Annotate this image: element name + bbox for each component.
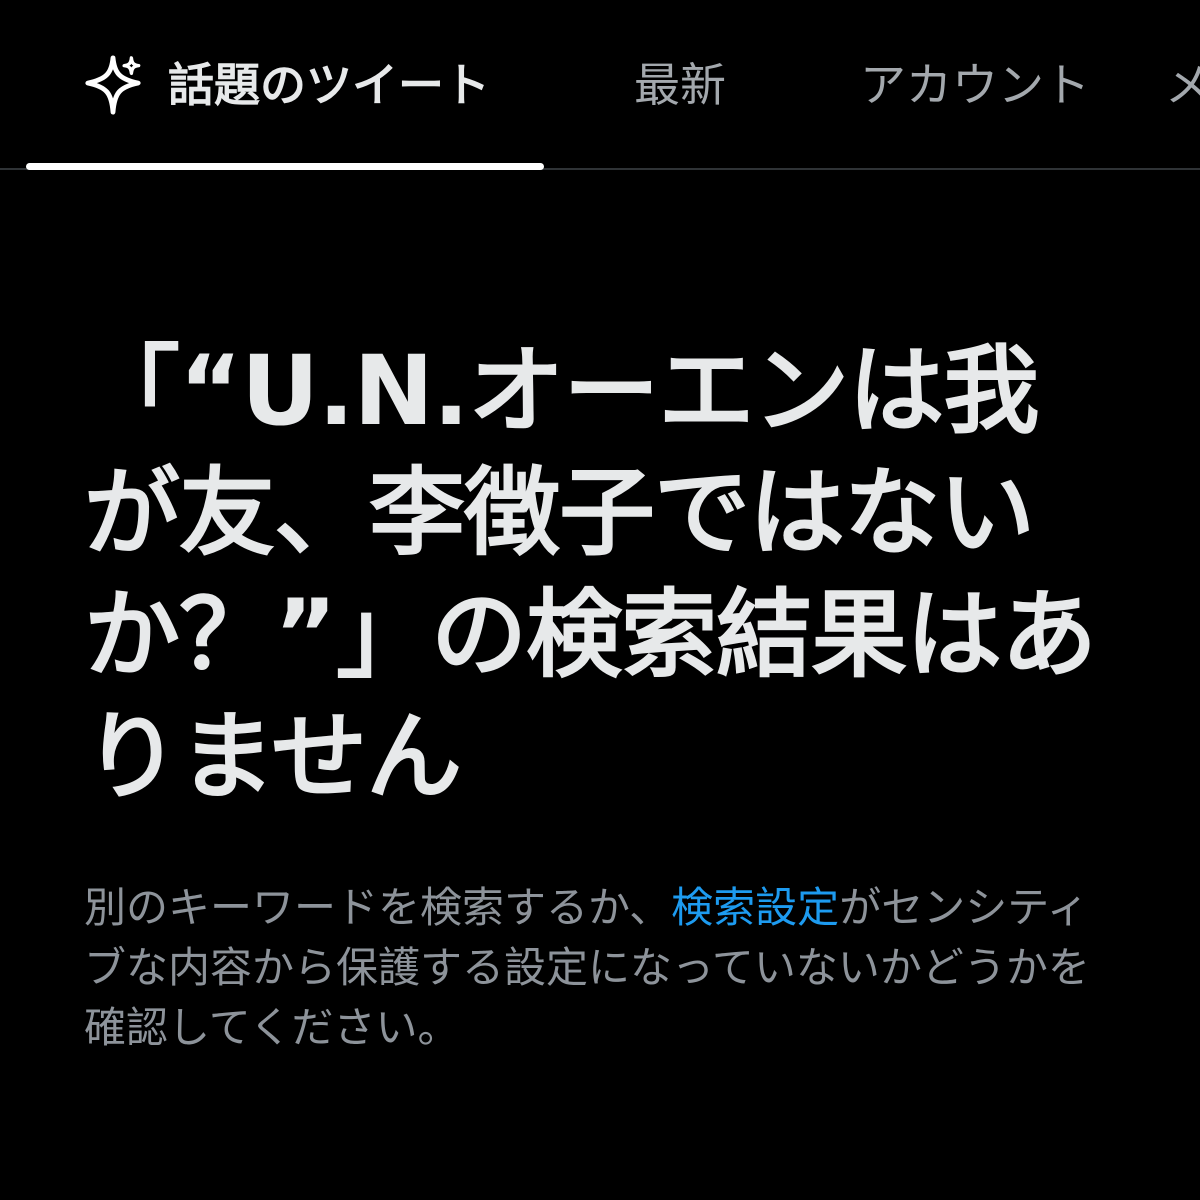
active-tab-indicator [26,163,544,170]
no-results-message: 「“U.N.オーエンは我が友、李徴子ではないか？”」の検索結果はありません 別の… [84,330,1124,1058]
tab-top-tweets-label: 話題のツイート [168,58,490,112]
search-settings-link[interactable]: 検索設定 [671,883,839,932]
tab-accounts[interactable]: アカウント [820,0,1130,170]
description-text-before: 別のキーワードを検索するか、 [84,883,672,932]
tab-top-tweets[interactable]: 話題のツイート [28,0,544,170]
tab-latest-label: 最新 [634,58,726,112]
tab-media-partial-label: メ [1165,58,1200,112]
tab-accounts-label: アカウント [860,58,1090,112]
no-results-description: 別のキーワードを検索するか、検索設定がセンシティブな内容から保護する設定になって… [84,878,1124,1058]
search-results-screen: 話題のツイート 最新 アカウント メ 「“U.N.オーエンは我が友、李徴子ではな… [0,0,1200,1200]
sparkle-icon [82,54,144,116]
tab-latest[interactable]: 最新 [600,0,760,170]
no-results-title: 「“U.N.オーエンは我が友、李徴子ではないか？”」の検索結果はありません [84,335,1097,813]
tab-media-partial[interactable]: メ [1165,0,1200,170]
search-tab-bar: 話題のツイート 最新 アカウント メ [0,0,1200,170]
